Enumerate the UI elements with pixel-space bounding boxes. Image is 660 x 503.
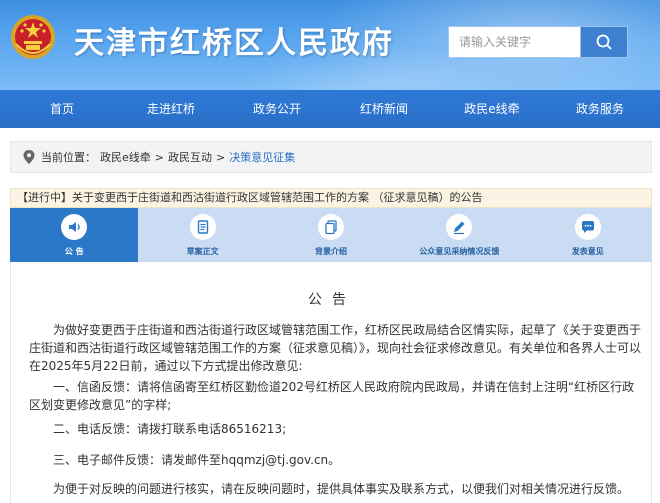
tab-icon-circle: [446, 214, 473, 240]
paragraph-phone: 二、电话反馈：请拨打联系电话86516213;: [53, 422, 287, 436]
paragraph-letter: 一、信函反馈：请将信函寄至红桥区勤俭道202号红桥区人民政府院内民政局，并请在信…: [29, 380, 635, 412]
breadcrumb-item[interactable]: 政民e线牵: [100, 149, 151, 165]
nav-item-services[interactable]: 政务服务: [572, 90, 628, 128]
tab-label: 发表意见: [571, 247, 604, 256]
breadcrumb-separator: >: [216, 150, 226, 164]
header-banner: 天津市红桥区人民政府: [0, 0, 660, 90]
tab-submit-opinion[interactable]: 发表意见: [524, 208, 652, 262]
chat-bubble-icon: [581, 221, 594, 233]
document-icon: [197, 220, 208, 234]
breadcrumb-separator: >: [154, 150, 164, 164]
search-button[interactable]: [580, 26, 628, 58]
tab-icon-circle: [61, 214, 88, 240]
nav-item-interaction[interactable]: 政民e线牵: [464, 90, 520, 128]
location-pin-icon: [23, 150, 35, 164]
site-title: 天津市红桥区人民政府: [74, 26, 394, 61]
tab-feedback-adoption[interactable]: 公众意见采纳情况反馈: [395, 208, 523, 262]
search-icon: [596, 34, 612, 50]
announcement-speaker-icon: [69, 222, 80, 232]
tab-bar: 公 告 草案正文 背景介绍 公众意见采纳情况反馈 发表意见: [10, 208, 652, 262]
tab-icon-circle: [317, 214, 344, 240]
tab-label: 公 告: [64, 247, 84, 256]
breadcrumb-current[interactable]: 决策意见征集: [229, 149, 295, 165]
paragraph-email: 三、电子邮件反馈：请发邮件至hqqmzj@tj.gov.cn。: [53, 453, 341, 467]
file-copy-icon: [325, 220, 337, 235]
tab-icon-circle: [189, 214, 216, 240]
tab-draft-text[interactable]: 草案正文: [138, 208, 266, 262]
search-input[interactable]: [448, 26, 580, 58]
announcement-content: 公告 为做好变更西于庄街道和西沽街道行政区域管辖范围工作，红桥区民政局结合区情实…: [10, 262, 652, 503]
tab-icon-circle: [574, 214, 601, 240]
nav-item-news[interactable]: 红桥新闻: [356, 90, 412, 128]
breadcrumb: 当前位置： 政民e线牵 > 政民互动 > 决策意见征集: [10, 141, 652, 173]
nav-item-home[interactable]: 首页: [42, 90, 82, 128]
breadcrumb-prefix: 当前位置：: [41, 151, 96, 164]
nav-item-gov-affairs[interactable]: 政务公开: [252, 90, 302, 128]
page-title: 公告: [308, 292, 356, 308]
nav-item-about[interactable]: 走进红桥: [146, 90, 196, 128]
tab-label: 公众意见采纳情况反馈: [419, 247, 500, 256]
tab-label: 草案正文: [186, 247, 219, 256]
breadcrumb-item[interactable]: 政民互动: [168, 149, 212, 165]
tab-announcement[interactable]: 公 告: [10, 208, 139, 262]
paragraph-closing: 为便于对反映的问题进行核实，请在反映问题时，提供具体事实及联系方式，以便我们对相…: [53, 482, 630, 496]
main-nav: 首页 走进红桥 政务公开 红桥新闻 政民e线牵 政务服务: [0, 90, 660, 128]
national-emblem-icon: [11, 15, 55, 59]
paragraph-intro: 为做好变更西于庄街道和西沽街道行政区域管辖范围工作，红桥区民政局结合区情实际，起…: [29, 323, 642, 373]
tab-background[interactable]: 背景介绍: [267, 208, 395, 262]
feedback-pen-icon: [454, 221, 465, 235]
notice-title: 【进行中】关于变更西于庄街道和西沽街道行政区域管辖范围工作的方案 （征求意见稿）…: [10, 188, 652, 208]
tab-label: 背景介绍: [314, 247, 347, 256]
